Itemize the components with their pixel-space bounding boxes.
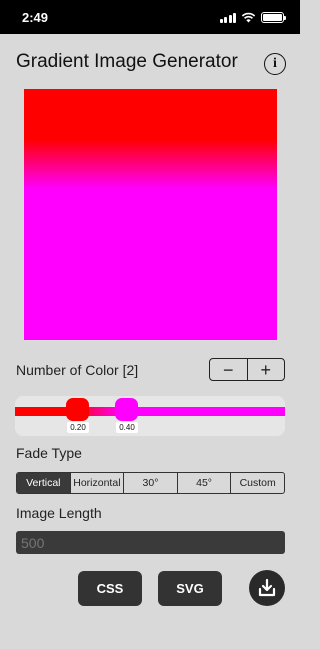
wifi-icon (241, 12, 256, 22)
info-icon[interactable]: i (264, 53, 286, 75)
status-time: 2:49 (22, 10, 49, 25)
svg-button[interactable]: SVG (158, 571, 222, 606)
fade-type-selector[interactable]: Vertical Horizontal 30° 45° Custom (16, 472, 285, 494)
fade-option-30[interactable]: 30° (124, 473, 178, 493)
color-count-stepper[interactable]: − + (209, 358, 285, 381)
signal-icon (219, 12, 236, 23)
color-count-label: Number of Color [2] (16, 362, 139, 378)
color-stop-label-2: 0.40 (116, 422, 138, 433)
decrement-button[interactable]: − (210, 359, 248, 380)
fade-option-horizontal[interactable]: Horizontal (71, 473, 125, 493)
color-stop-handle-2[interactable] (115, 398, 138, 421)
fade-option-45[interactable]: 45° (178, 473, 232, 493)
page-title: Gradient Image Generator (16, 51, 238, 72)
status-bar: 2:49 (0, 0, 300, 34)
color-stop-slider[interactable]: 0.20 0.40 (15, 396, 285, 436)
slider-track (15, 407, 285, 416)
fade-option-vertical[interactable]: Vertical (17, 473, 71, 493)
status-icons (219, 10, 286, 24)
color-stop-label-1: 0.20 (67, 422, 89, 433)
image-length-input[interactable] (16, 531, 285, 554)
fade-option-custom[interactable]: Custom (231, 473, 284, 493)
increment-button[interactable]: + (248, 359, 285, 380)
color-stop-handle-1[interactable] (66, 398, 89, 421)
battery-icon (261, 11, 286, 23)
download-icon (258, 578, 276, 597)
download-button[interactable] (249, 570, 285, 606)
fade-type-label: Fade Type (16, 445, 82, 461)
css-button[interactable]: CSS (78, 571, 142, 606)
gradient-preview (24, 89, 277, 340)
image-length-label: Image Length (16, 505, 102, 521)
